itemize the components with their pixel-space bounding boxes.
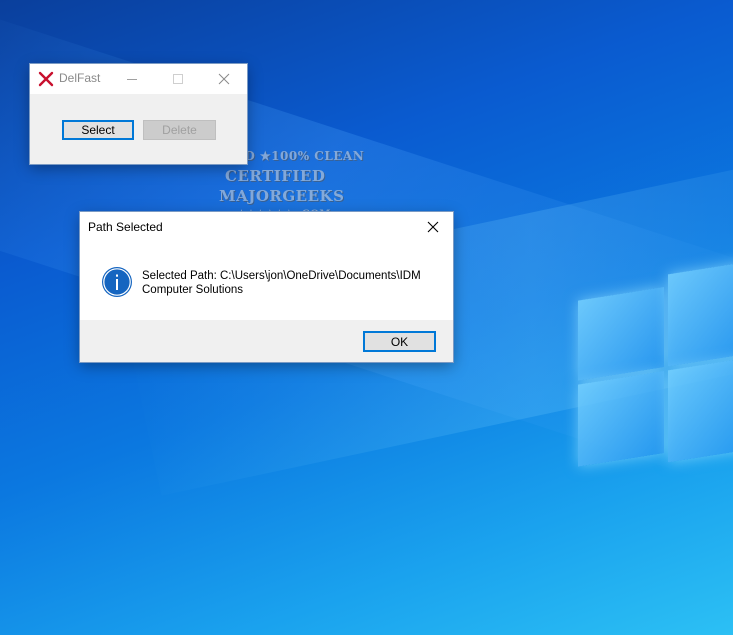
minimize-icon: [127, 79, 137, 80]
minimize-button[interactable]: [109, 64, 155, 94]
message-line: Selected Path: C:\Users\jon\OneDrive\Doc…: [142, 270, 421, 282]
windows-logo: [578, 247, 733, 472]
watermark-line: MAJORGEEKS: [219, 187, 345, 205]
maximize-icon: [173, 74, 183, 84]
close-button[interactable]: [201, 64, 247, 94]
delete-button[interactable]: Delete: [143, 120, 216, 140]
path-selected-dialog: Path Selected Selected Path: C:\Users\jo…: [80, 212, 453, 362]
delfast-x-icon: [38, 71, 54, 87]
dialog-message: Selected Path: C:\Users\jon\OneDrive\Doc…: [142, 269, 442, 297]
close-icon: [427, 221, 439, 233]
title-bar[interactable]: DelFast: [30, 64, 247, 94]
close-icon: [218, 73, 230, 85]
watermark-line: CERTIFIED: [225, 167, 326, 185]
logo-pane: [578, 287, 664, 381]
select-button[interactable]: Select: [62, 120, 134, 140]
ok-button[interactable]: OK: [363, 331, 436, 352]
maximize-button[interactable]: [155, 64, 201, 94]
dialog-title-bar[interactable]: Path Selected: [80, 212, 453, 242]
dialog-close-button[interactable]: [413, 212, 453, 242]
information-icon: [102, 267, 132, 297]
logo-pane: [578, 371, 664, 467]
message-line: Computer Solutions: [142, 284, 243, 296]
window-title: DelFast: [59, 71, 101, 85]
logo-pane: [668, 261, 733, 367]
dialog-footer: OK: [80, 320, 453, 362]
delfast-window: DelFast Select Delete: [30, 64, 247, 164]
logo-pane: [668, 357, 733, 463]
dialog-title: Path Selected: [88, 220, 163, 234]
